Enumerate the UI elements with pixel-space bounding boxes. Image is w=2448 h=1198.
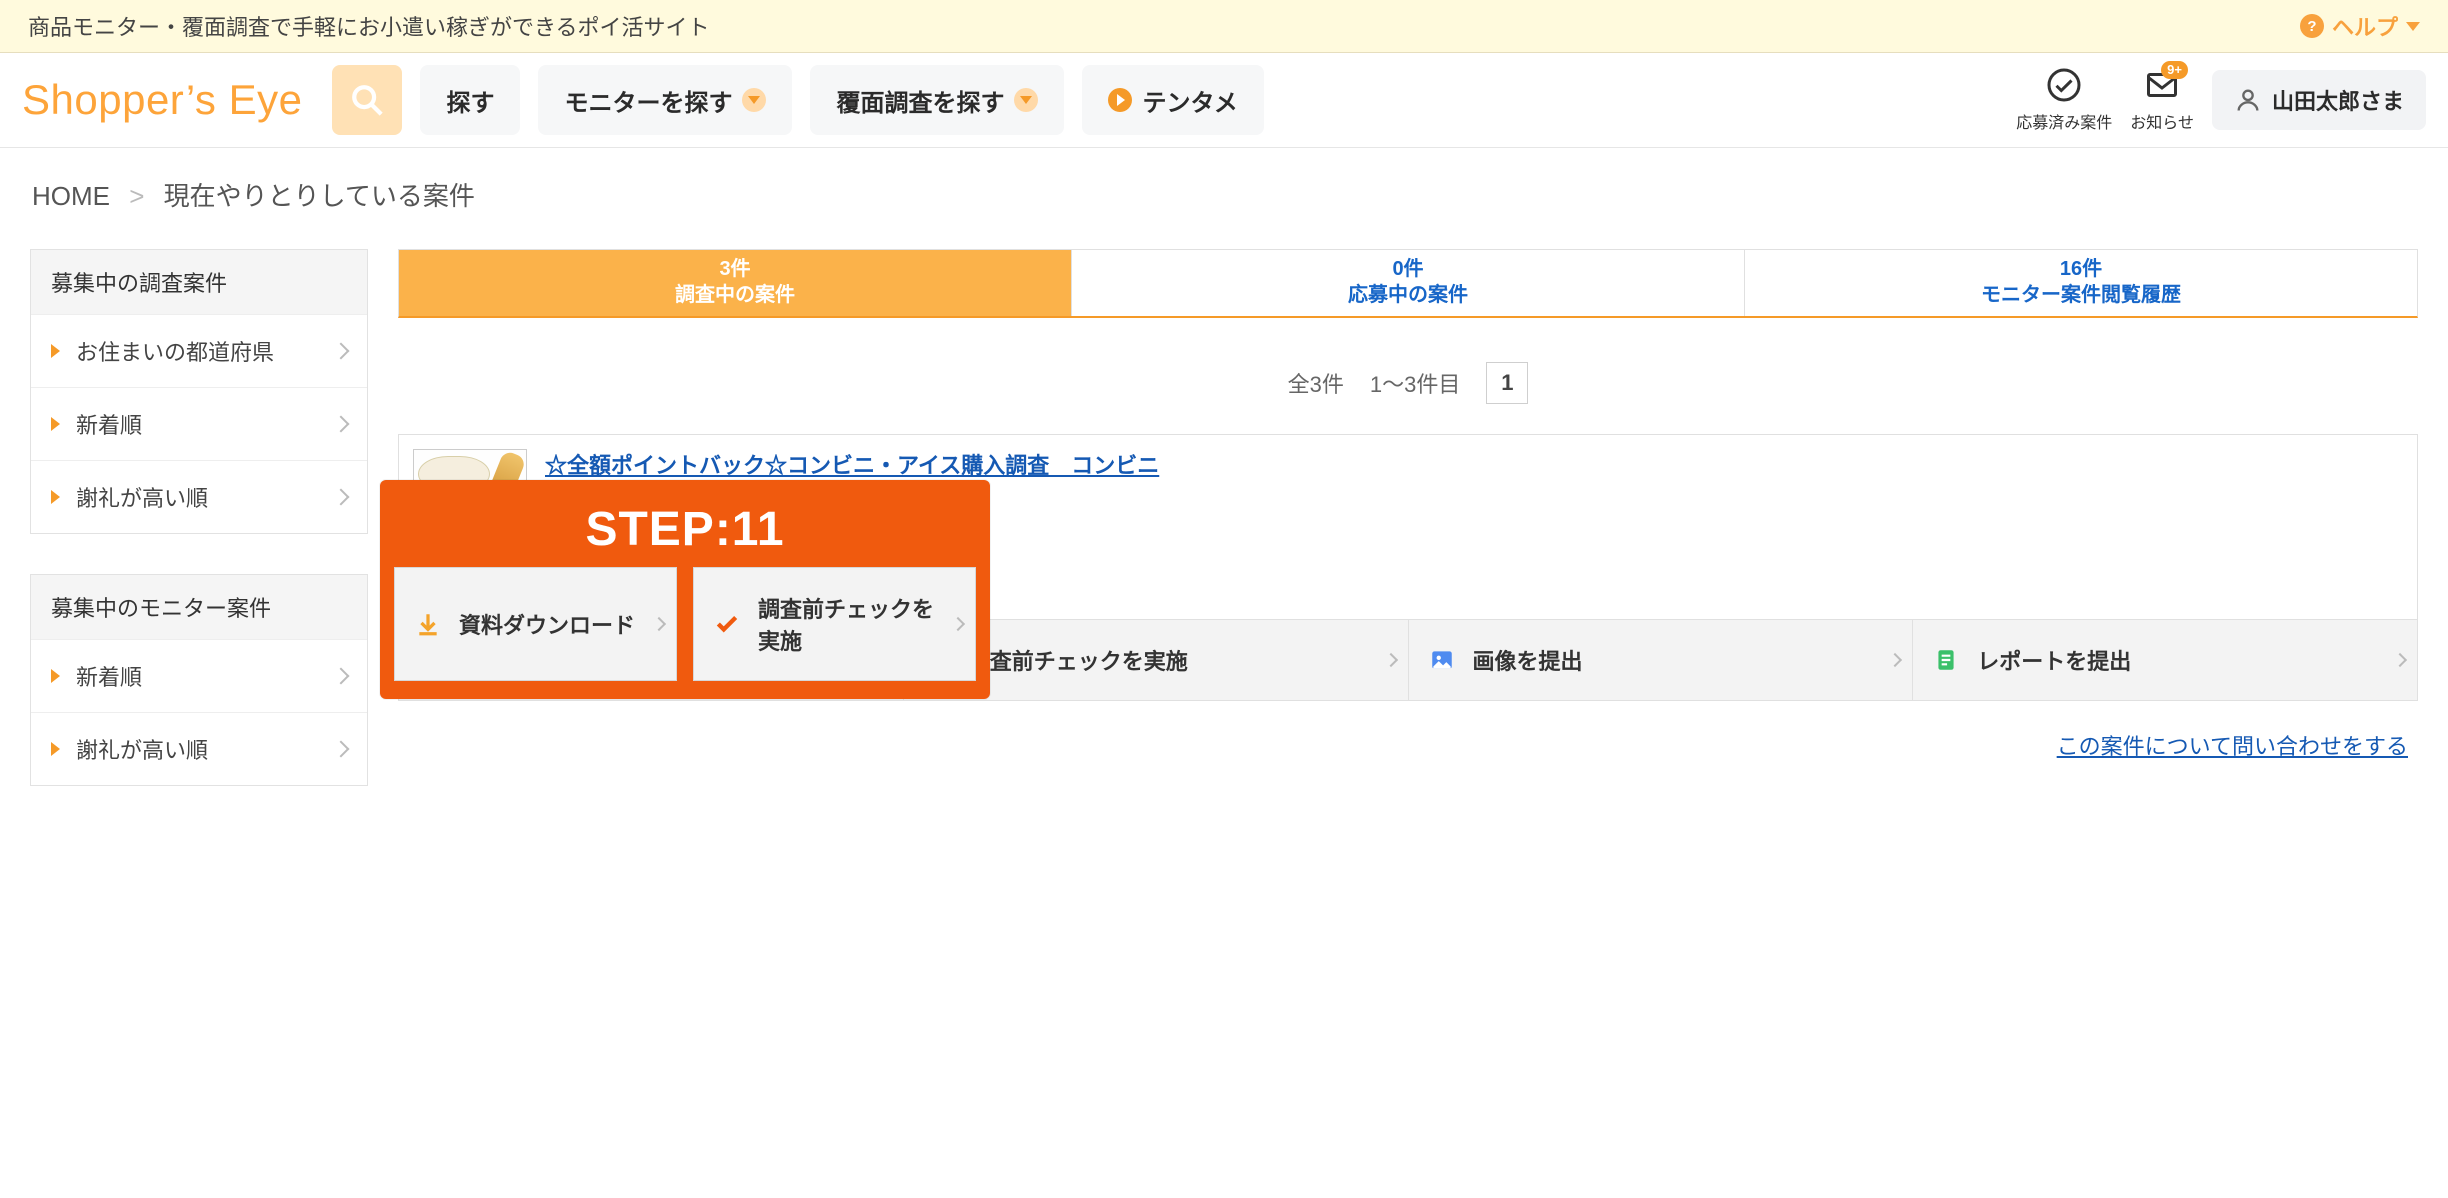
tab-label: 応募中の案件 (1082, 282, 1734, 308)
chevron-down-icon (1014, 88, 1038, 112)
sidebar-item-label: 謝礼が高い順 (76, 481, 208, 513)
chevron-right-icon (333, 416, 350, 433)
pager-range: 1〜3件目 (1370, 367, 1460, 399)
breadcrumb-current: 現在やりとりしている案件 (164, 181, 475, 211)
tab-label: 調査中の案件 (409, 282, 1061, 308)
sidebar-monitor-title: 募集中のモニター案件 (31, 575, 367, 639)
step-image[interactable]: 画像を提出 (1409, 620, 1914, 700)
triangle-right-icon (51, 490, 60, 504)
chevron-right-icon (333, 668, 350, 685)
chevron-right-icon (333, 489, 350, 506)
sidebar-item-monitor-newest[interactable]: 新着順 (31, 639, 367, 712)
page-number[interactable]: 1 (1486, 362, 1528, 404)
sidebar-item-prefecture[interactable]: お住まいの都道府県 (31, 314, 367, 387)
notifications-link[interactable]: 9+ お知らせ (2130, 67, 2194, 133)
chevron-right-icon (333, 741, 350, 758)
breadcrumb-home[interactable]: HOME (32, 181, 110, 211)
top-banner: 商品モニター・覆面調査で手軽にお小遣い稼ぎができるポイ活サイト ? ヘルプ (0, 0, 2448, 53)
tab-count: 0件 (1082, 256, 1734, 282)
sidebar: 募集中の調査案件 お住まいの都道府県 新着順 謝礼が高い順 募集中のモニター案件 (30, 249, 368, 826)
help-link[interactable]: ? ヘルプ (2300, 10, 2420, 42)
overlay-label: STEP:11 (380, 480, 990, 567)
step-label: 資料ダウンロード (459, 608, 635, 640)
nav-monitor-label: モニターを探す (564, 83, 732, 118)
step-label: レポートを提出 (1977, 644, 2131, 676)
nav-mystery-label: 覆面調査を探す (836, 83, 1004, 118)
chevron-right-icon (652, 617, 666, 631)
step-label: 画像を提出 (1473, 644, 1583, 676)
nav-tentame-label: テンタメ (1142, 83, 1237, 118)
breadcrumb-sep: > (129, 181, 144, 211)
nav-tentame[interactable]: テンタメ (1082, 65, 1263, 135)
step-label: 調査前チェックを実施 (968, 644, 1188, 676)
sidebar-item-label: 新着順 (76, 408, 142, 440)
sidebar-item-label: お住まいの都道府県 (76, 335, 274, 367)
check-icon (714, 611, 740, 637)
step-label: 調査前チェックを実施 (758, 592, 955, 656)
breadcrumb: HOME > 現在やりとりしている案件 (0, 148, 2448, 231)
sidebar-item-newest[interactable]: 新着順 (31, 387, 367, 460)
tagline: 商品モニター・覆面調査で手軽にお小遣い稼ぎができるポイ活サイト (28, 10, 710, 42)
chevron-down-icon (2406, 22, 2420, 31)
tab-label: モニター案件閲覧履歴 (1755, 282, 2407, 308)
sidebar-item-label: 新着順 (76, 660, 142, 692)
step-precheck-overlay[interactable]: 調査前チェックを実施 (693, 567, 976, 681)
sidebar-survey-title: 募集中の調査案件 (31, 250, 367, 314)
triangle-right-icon (51, 669, 60, 683)
chevron-right-icon (1383, 653, 1397, 667)
nav-search-label: 探す (446, 83, 494, 118)
sidebar-item-monitor-reward[interactable]: 謝礼が高い順 (31, 712, 367, 785)
site-logo[interactable]: Shopper’s Eye (22, 76, 302, 124)
download-icon (415, 611, 441, 637)
pager-total: 全3件 (1288, 367, 1344, 399)
tab-history[interactable]: 16件 モニター案件閲覧履歴 (1744, 250, 2417, 316)
chevron-right-icon (1888, 653, 1902, 667)
nav-monitor[interactable]: モニターを探す (538, 65, 792, 135)
chevron-right-icon (333, 343, 350, 360)
sidebar-item-label: 謝礼が高い順 (76, 733, 208, 765)
step-download-overlay[interactable]: 資料ダウンロード (394, 567, 677, 681)
tab-count: 3件 (409, 256, 1061, 282)
step-overlay: STEP:11 資料ダウンロード 調査前チェックを実施 (380, 480, 990, 699)
applied-label: 応募済み案件 (2016, 109, 2112, 133)
search-icon (350, 83, 384, 117)
image-icon (1429, 647, 1455, 673)
sidebar-survey-block: 募集中の調査案件 お住まいの都道府県 新着順 謝礼が高い順 (30, 249, 368, 534)
sidebar-monitor-block: 募集中のモニター案件 新着順 謝礼が高い順 (30, 574, 368, 786)
sidebar-item-reward[interactable]: 謝礼が高い順 (31, 460, 367, 533)
tab-applying[interactable]: 0件 応募中の案件 (1071, 250, 1744, 316)
check-circle-icon (2046, 67, 2082, 103)
help-icon: ? (2300, 14, 2324, 38)
nav-mystery[interactable]: 覆面調査を探す (810, 65, 1064, 135)
triangle-right-icon (51, 742, 60, 756)
triangle-right-icon (51, 417, 60, 431)
user-menu[interactable]: 山田太郎さま (2212, 70, 2426, 130)
main-content: 3件 調査中の案件 0件 応募中の案件 16件 モニター案件閲覧履歴 全3件 1… (398, 249, 2418, 761)
user-name: 山田太郎さま (2272, 84, 2404, 116)
search-button[interactable] (332, 65, 402, 135)
help-label: ヘルプ (2332, 10, 2398, 42)
notify-label: お知らせ (2130, 109, 2194, 133)
case-card-wrapper: ☆全額ポイントバック☆コンビニ・アイス購入調査 コンビニ 資料ダウンロード (398, 434, 2418, 701)
step-report[interactable]: レポートを提出 (1913, 620, 2417, 700)
tab-in-progress[interactable]: 3件 調査中の案件 (399, 250, 1071, 316)
main-layout: 募集中の調査案件 お住まいの都道府県 新着順 謝礼が高い順 募集中のモニター案件 (0, 231, 2448, 866)
tab-count: 16件 (1755, 256, 2407, 282)
chevron-right-icon (2393, 653, 2407, 667)
triangle-right-icon (51, 344, 60, 358)
pager: 全3件 1〜3件目 1 (398, 362, 2418, 404)
case-title-link[interactable]: ☆全額ポイントバック☆コンビニ・アイス購入調査 コンビニ (545, 449, 1159, 482)
applied-link[interactable]: 応募済み案件 (2016, 67, 2112, 133)
inquiry-link[interactable]: この案件について問い合わせをする (2057, 734, 2408, 759)
arrow-right-icon (1108, 88, 1132, 112)
main-header: Shopper’s Eye 探す モニターを探す 覆面調査を探す テンタメ 応募… (0, 53, 2448, 148)
user-icon (2234, 86, 2262, 114)
status-tabs: 3件 調査中の案件 0件 応募中の案件 16件 モニター案件閲覧履歴 (398, 249, 2418, 318)
notify-badge: 9+ (2161, 61, 2188, 79)
chevron-down-icon (742, 88, 766, 112)
report-icon (1933, 647, 1959, 673)
inquiry-row: この案件について問い合わせをする (398, 701, 2418, 761)
nav-search[interactable]: 探す (420, 65, 520, 135)
